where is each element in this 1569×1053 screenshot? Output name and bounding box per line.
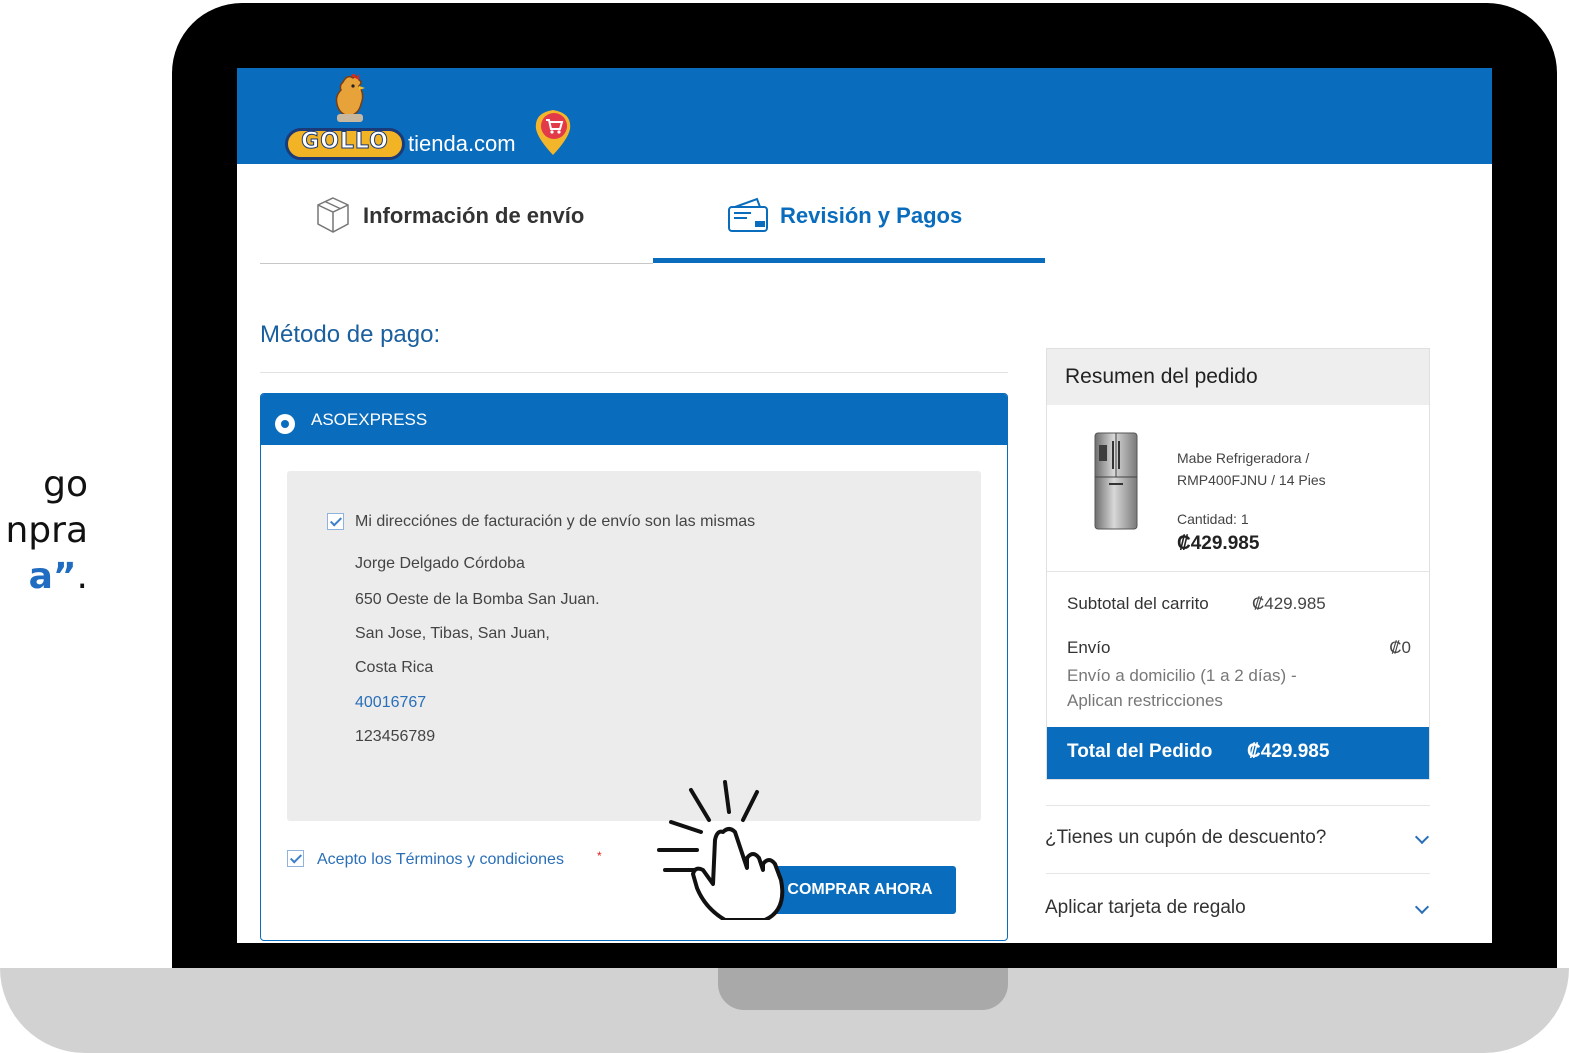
tab-active-indicator (653, 258, 1045, 263)
rooster-icon (335, 74, 365, 122)
browser-screen: GOLLO tienda.com Información de envío Re… (237, 68, 1492, 943)
tab-shipping-label: Información de envío (363, 203, 585, 228)
logo-site: tienda.com (408, 131, 516, 156)
tab-payments-label: Revisión y Pagos (780, 203, 963, 228)
subtotal-label: Subtotal del carrito (1067, 594, 1209, 613)
section-divider (260, 372, 1008, 373)
caption-end: . (76, 556, 88, 597)
terms-checkbox[interactable] (287, 850, 304, 867)
accordion-divider (1046, 805, 1430, 806)
instruction-caption: go npra a”. (0, 462, 120, 600)
product-name: Mabe Refrigeradora / RMP400FJNU / 14 Pie… (1177, 450, 1326, 488)
accordion-divider (1046, 873, 1430, 874)
laptop-notch (718, 968, 1008, 1010)
caption-line-2: npra (5, 510, 88, 551)
package-icon (317, 197, 349, 233)
address-city: San Jose, Tibas, San Juan, (355, 625, 550, 642)
cart-pin-icon (535, 110, 571, 155)
order-total-bar: Total del Pedido ₡429.985 (1047, 727, 1429, 779)
same-address-checkbox[interactable] (327, 513, 344, 530)
site-logo[interactable]: GOLLO tienda.com (285, 74, 575, 160)
gift-card-accordion[interactable]: Aplicar tarjeta de regalo (1045, 897, 1246, 919)
billing-address-panel: Mi direcciónes de facturación y de envío… (287, 471, 981, 821)
total-label: Total del Pedido (1067, 741, 1213, 762)
terms-link[interactable]: Acepto los Términos y condiciones (317, 851, 564, 869)
logo-brand: GOLLO (301, 129, 389, 155)
payment-radio[interactable] (275, 414, 295, 434)
order-summary-title: Resumen del pedido (1065, 365, 1258, 388)
address-id-number: 123456789 (355, 728, 436, 745)
shipping-note: Envío a domicilio (1 a 2 días) - Aplican… (1067, 666, 1297, 710)
address-name: Jorge Delgado Córdoba (355, 555, 525, 572)
click-hand-icon (657, 780, 785, 920)
caption-highlight: a” (28, 556, 77, 597)
address-phone[interactable]: 40016767 (355, 694, 426, 712)
coupon-accordion[interactable]: ¿Tienes un cupón de descuento? (1045, 827, 1326, 849)
required-mark: * (597, 849, 602, 863)
payment-method-name: ASOEXPRESS (311, 410, 428, 429)
payment-method-title: Método de pago: (260, 321, 441, 348)
shipping-value: ₡0 (1389, 638, 1411, 657)
address-street: 650 Oeste de la Bomba San Juan. (355, 591, 600, 608)
refrigerator-image (1094, 432, 1138, 530)
total-value: ₡429.985 (1247, 741, 1330, 762)
shipping-label: Envío (1067, 638, 1111, 657)
order-summary-header: Resumen del pedido (1047, 349, 1429, 405)
caption-line-3: a”. (0, 554, 88, 600)
tabs-divider (260, 263, 653, 264)
address-country: Costa Rica (355, 659, 434, 676)
summary-divider (1047, 571, 1429, 572)
caption-line-1: go (43, 464, 88, 505)
chevron-down-icon[interactable] (1414, 829, 1430, 845)
subtotal-value: ₡429.985 (1252, 594, 1326, 613)
order-summary: Resumen del pedido Mabe Refrigeradora / … (1046, 348, 1430, 780)
product-quantity: Cantidad: 1 (1177, 511, 1249, 527)
payment-option-header[interactable]: ASOEXPRESS (261, 394, 1007, 445)
product-price: ₡429.985 (1177, 533, 1260, 554)
site-header: GOLLO tienda.com (237, 68, 1492, 164)
same-address-label[interactable]: Mi direcciónes de facturación y de envío… (355, 513, 755, 531)
wallet-icon (728, 197, 768, 232)
chevron-down-icon[interactable] (1414, 899, 1430, 915)
buy-now-button[interactable]: COMPRAR AHORA (764, 866, 956, 914)
